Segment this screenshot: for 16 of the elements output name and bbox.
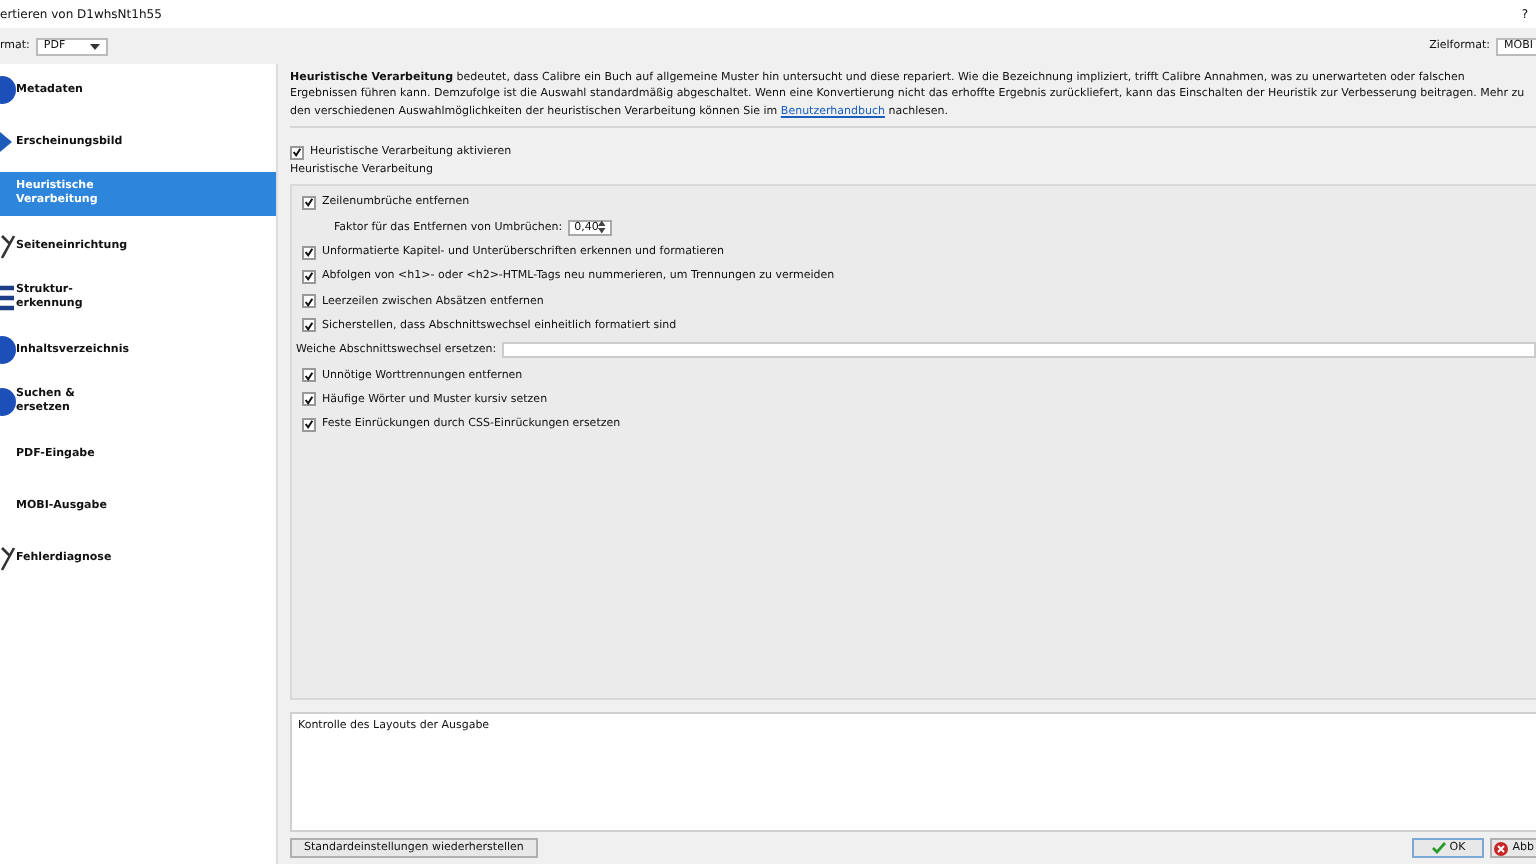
option-checkbox[interactable] (302, 294, 316, 309)
text-field[interactable] (502, 342, 1536, 359)
cancel-icon (1494, 841, 1509, 855)
list-icon (0, 284, 14, 312)
option-checkbox[interactable] (302, 417, 316, 432)
option-checkbox[interactable] (302, 269, 316, 284)
spin-arrows-icon (598, 220, 607, 235)
caret-icon (89, 43, 100, 49)
option-checkbox[interactable] (302, 368, 316, 383)
option-checkbox[interactable] (302, 245, 316, 260)
diamond-icon (0, 132, 12, 152)
enable-checkbox[interactable] (290, 145, 304, 160)
option-checkbox[interactable] (302, 195, 316, 210)
check-icon (1431, 842, 1446, 854)
option-checkbox[interactable] (302, 392, 316, 407)
option-checkbox[interactable] (302, 318, 316, 333)
